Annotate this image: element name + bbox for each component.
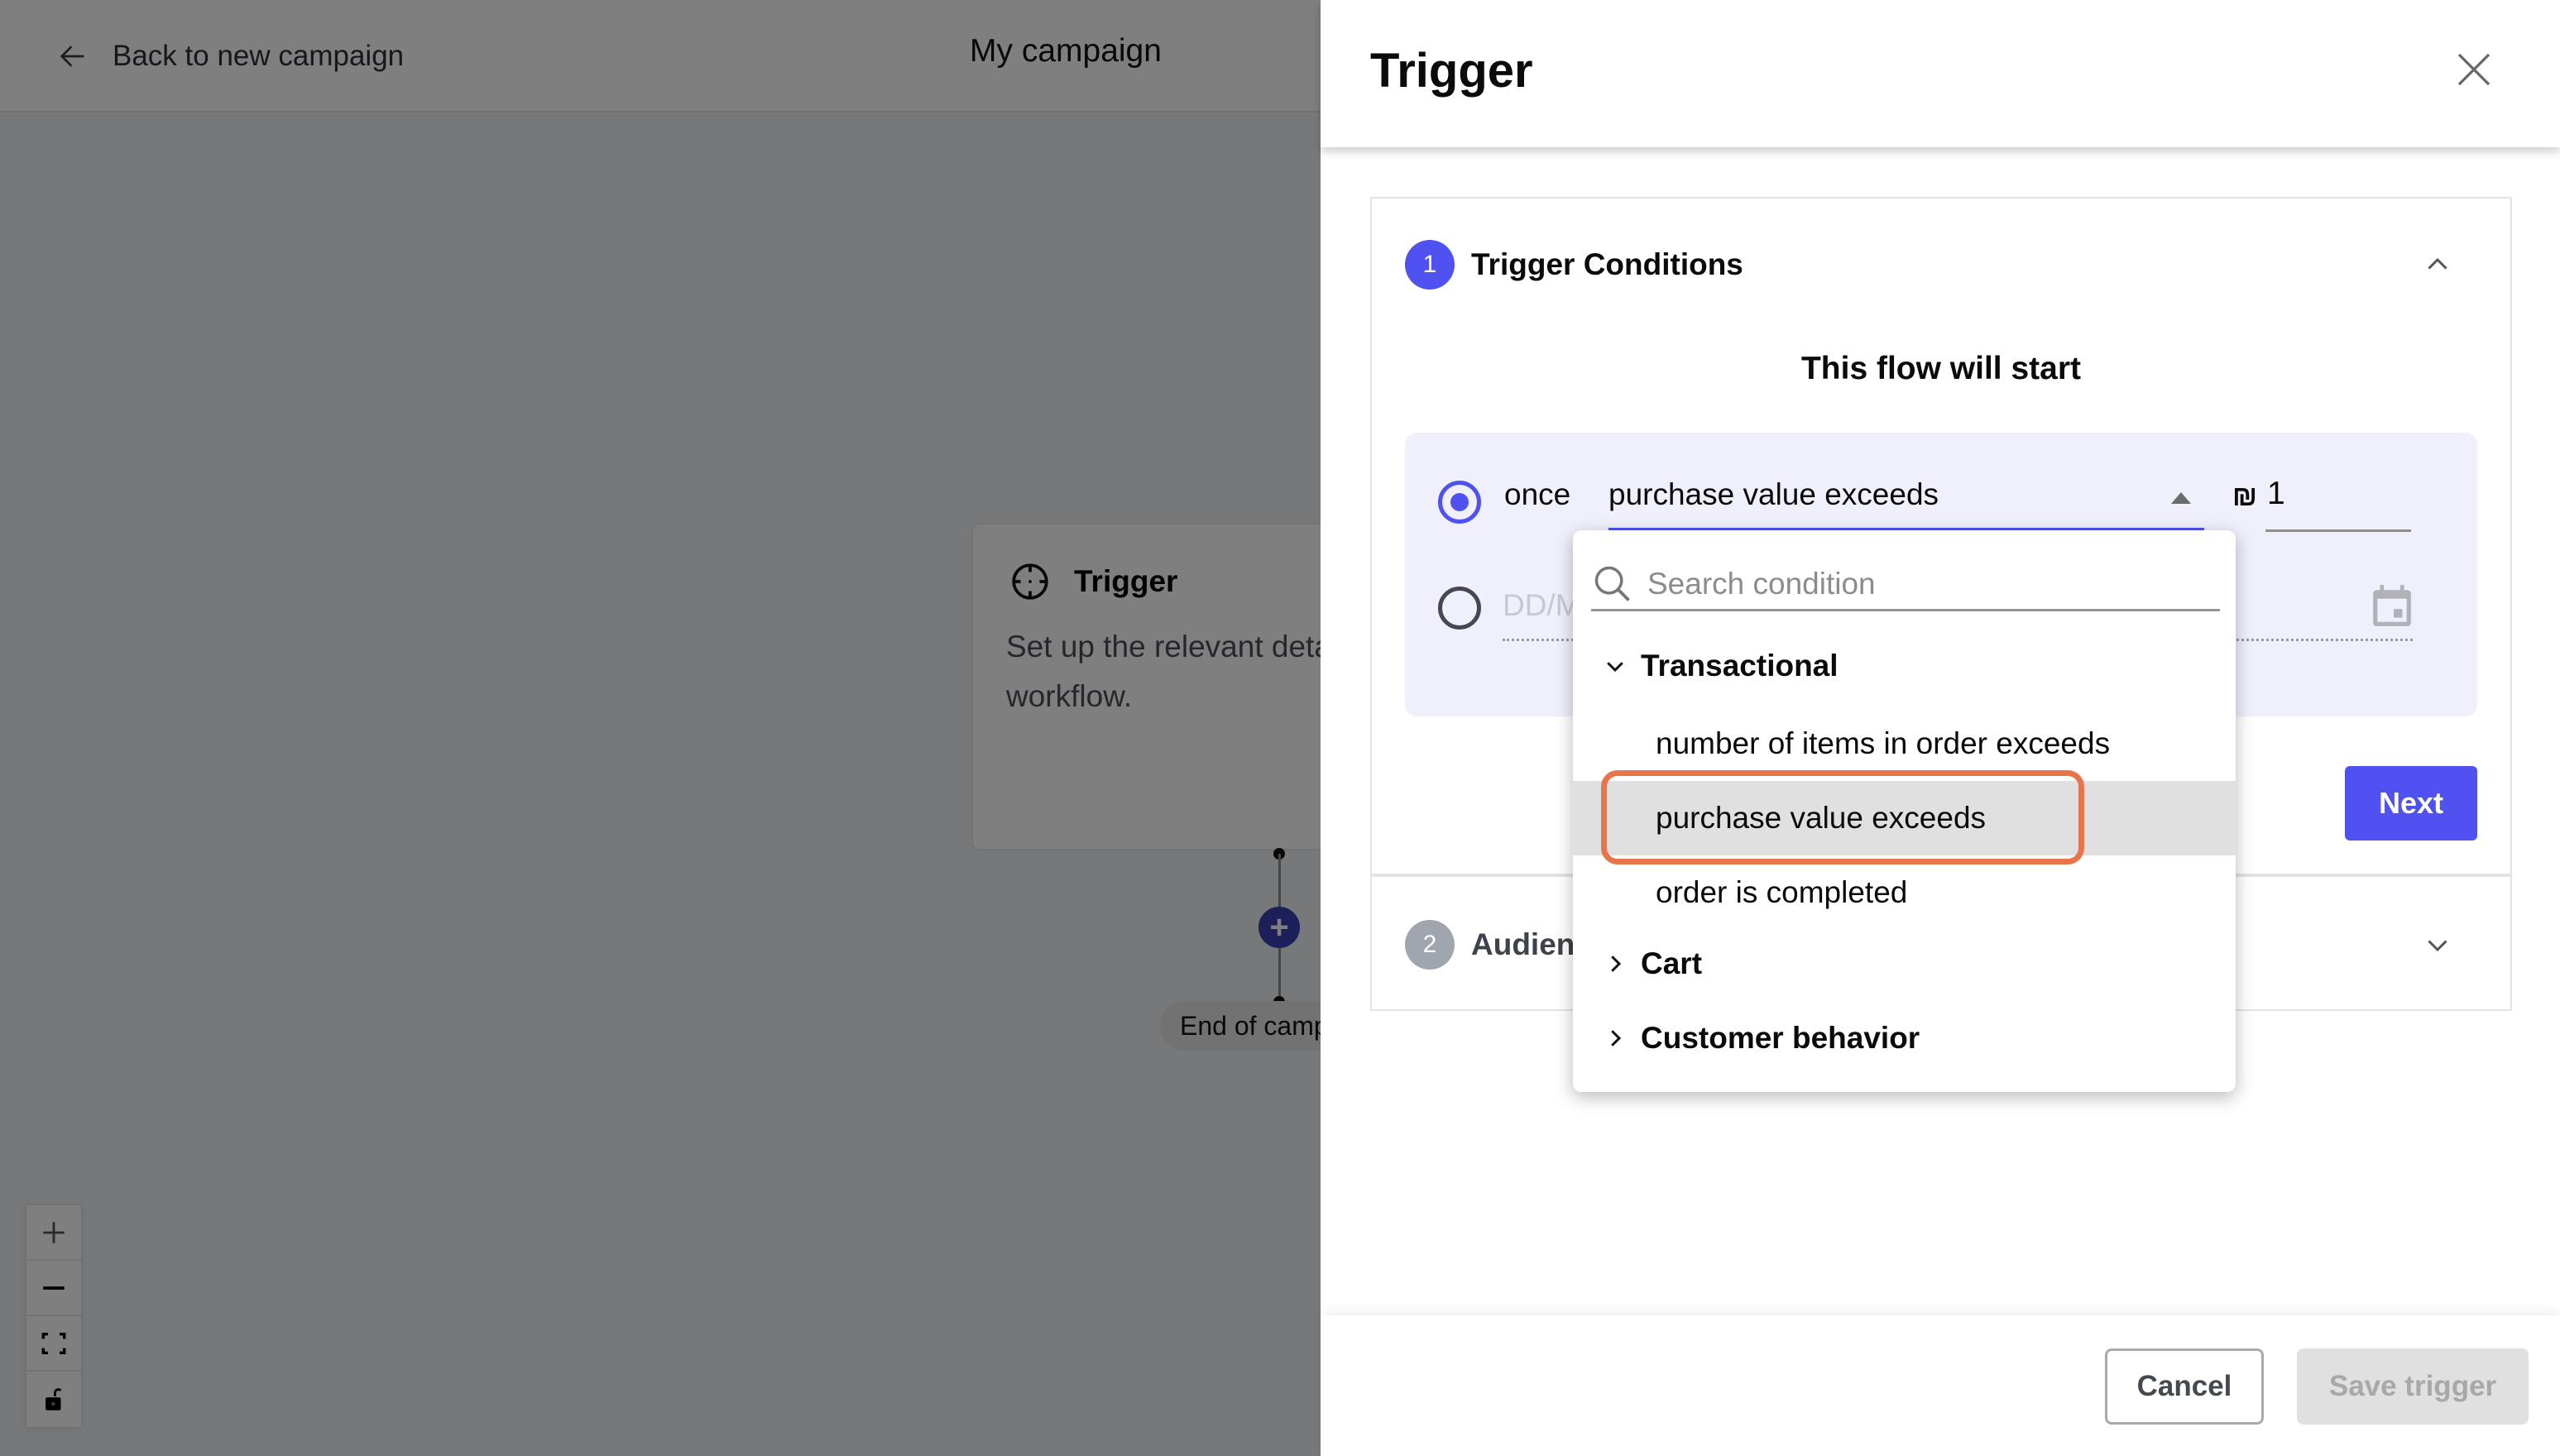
step-header[interactable]: 1 Trigger Conditions (1405, 240, 1743, 290)
chevron-down-icon (2428, 940, 2447, 952)
modal-backdrop[interactable] (0, 0, 1321, 1456)
search-condition-field (1591, 558, 2220, 611)
condition-select[interactable]: purchase value exceeds (1608, 466, 2204, 532)
flow-start-heading: This flow will start (1800, 351, 2082, 386)
calendar-icon[interactable] (2371, 583, 2413, 628)
option-number-of-items[interactable]: number of items in order exceeds (1573, 706, 2236, 781)
close-icon (2457, 53, 2490, 86)
step-title: Trigger Conditions (1471, 247, 1743, 281)
step-number-badge: 1 (1405, 240, 1455, 290)
amount-field: ₪ 1 (2232, 466, 2411, 532)
group-transactional[interactable]: Transactional (1603, 633, 1839, 699)
group-label: Customer behavior (1641, 1021, 1920, 1055)
option-purchase-value[interactable]: purchase value exceeds (1573, 781, 2236, 855)
currency-symbol: ₪ (2232, 481, 2258, 512)
chevron-down-icon (1607, 662, 1623, 673)
amount-input[interactable]: 1 (2265, 466, 2411, 532)
group-label: Transactional (1641, 649, 1839, 682)
collapse-button[interactable] (2423, 250, 2452, 280)
search-icon (1594, 566, 1630, 601)
selected-condition: purchase value exceeds (1608, 477, 1939, 511)
search-condition-input[interactable] (1647, 566, 2193, 601)
panel-title: Trigger (1370, 44, 1533, 98)
group-label: Cart (1641, 946, 1703, 980)
caret-up-icon (2171, 492, 2191, 504)
panel-header: Trigger (1321, 0, 2560, 147)
panel-footer: Cancel Save trigger (1321, 1315, 2560, 1456)
next-button[interactable]: Next (2345, 766, 2477, 841)
condition-dropdown: Transactional number of items in order e… (1573, 530, 2236, 1092)
frequency-label: once (1504, 477, 1571, 511)
group-customer-behavior[interactable]: Customer behavior (1603, 1005, 1920, 1071)
close-button[interactable] (2454, 50, 2494, 89)
chevron-right-icon (1611, 956, 1622, 972)
step-number-badge: 2 (1405, 920, 1455, 970)
cancel-button[interactable]: Cancel (2105, 1348, 2264, 1425)
group-cart[interactable]: Cart (1603, 931, 1702, 997)
radio-date[interactable] (1438, 587, 1481, 630)
chevron-up-icon (2428, 257, 2447, 270)
chevron-right-icon (1611, 1030, 1622, 1046)
save-trigger-button[interactable]: Save trigger (2297, 1348, 2529, 1425)
expand-button[interactable] (2423, 930, 2452, 960)
radio-once[interactable] (1438, 481, 1481, 524)
option-order-completed[interactable]: order is completed (1573, 855, 2236, 930)
